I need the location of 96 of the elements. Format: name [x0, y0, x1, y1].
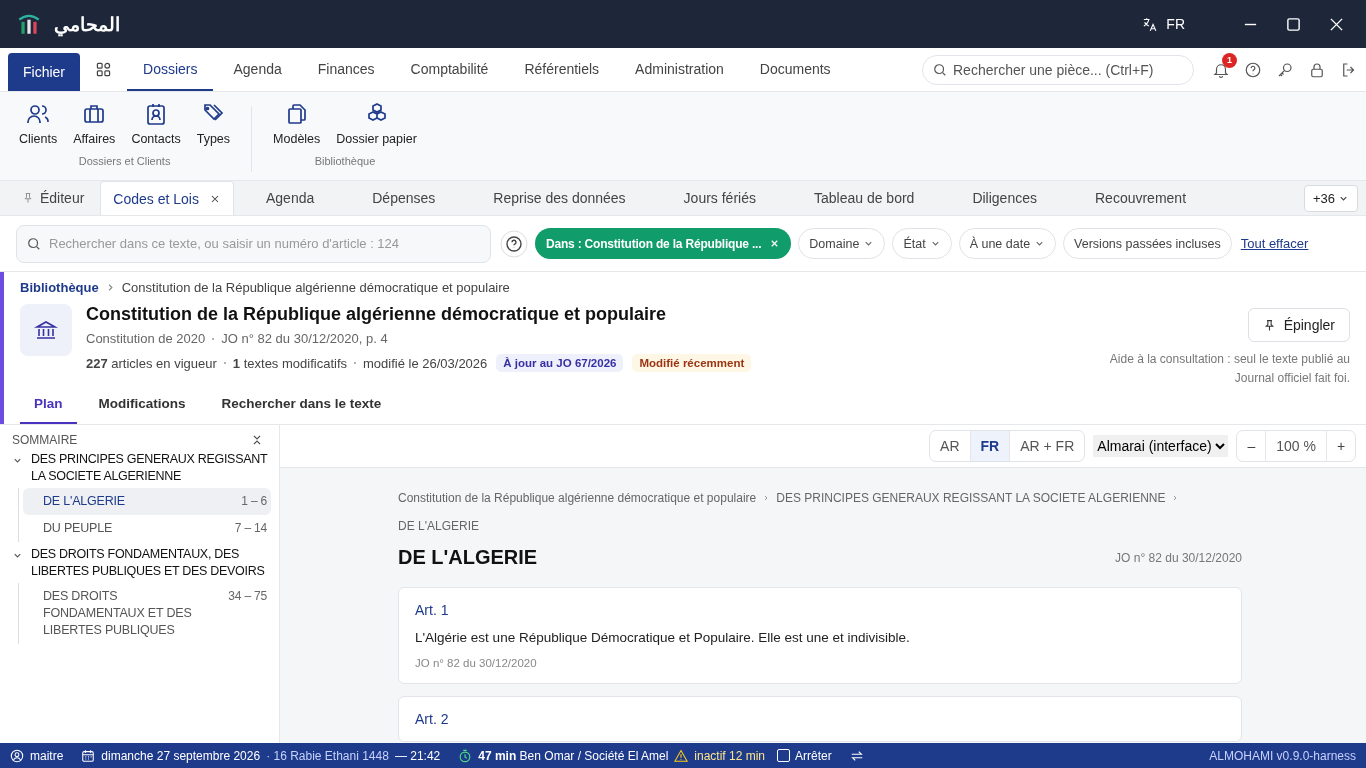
translate-icon[interactable] [1141, 15, 1159, 33]
summary-item[interactable]: DE L'ALGERIE 1 – 6 [23, 488, 271, 515]
status-date: dimanche 27 septembre 2026 [101, 748, 261, 763]
document-tab[interactable]: Recouvrement [1069, 181, 1213, 215]
breadcrumb-item[interactable]: Constitution de la République algérienne démocratique et populaire [398, 486, 757, 510]
ribbon-button[interactable]: Clients [12, 102, 65, 146]
help-icon[interactable] [500, 229, 528, 258]
article-number[interactable]: Art. 1 [415, 602, 1225, 618]
hijri-date: · 16 Rabie Ethani 1448 [266, 748, 389, 763]
timer-icon [458, 748, 473, 763]
document-stat: modifié le 26/03/2026 [363, 355, 488, 371]
pin-icon [22, 192, 34, 204]
user-icon [10, 748, 24, 763]
breadcrumb-item[interactable]: DES PRINCIPES GENERAUX REGISSANT LA SOCIETE ALGERIENNE [776, 486, 1166, 510]
summary-section[interactable]: DES PRINCIPES GENERAUX REGISSANT LA SOCIETE ALGERIENNE [31, 451, 271, 485]
apps-grid-icon[interactable] [96, 62, 111, 77]
version-text: ALMOHAMI v0.9.0-harness [1209, 748, 1356, 763]
calendar-icon [81, 748, 96, 763]
pin-icon [1262, 318, 1276, 332]
summary-section[interactable]: DES DROITS FONDAMENTAUX, DES LIBERTES PUBLIQUES ET DES DEVOIRS [31, 546, 271, 580]
menu-tab[interactable]: Finances [301, 48, 391, 91]
article-number[interactable]: Art. 2 [415, 711, 1225, 727]
more-tabs-button[interactable]: +36 [1303, 184, 1358, 212]
breadcrumb-link[interactable]: Bibliothèque [20, 280, 99, 295]
notification-badge: 1 [1222, 52, 1237, 68]
document-tab[interactable]: Tableau de bord [787, 181, 941, 215]
help-icon[interactable] [1244, 60, 1262, 79]
user-name: maitre [30, 748, 64, 763]
document-meta: Constitution de 2020 [86, 331, 206, 346]
view-tab[interactable]: Rechercher dans le texte [207, 384, 396, 424]
ribbon-button[interactable]: Dossier papier [329, 102, 424, 146]
app-name: المحامي [54, 12, 120, 36]
document-meta: JO n° 82 du 30/12/2020, p. 4 [221, 331, 388, 346]
ribbon-button[interactable]: Affaires [66, 102, 123, 146]
language-toggle[interactable]: AR + FR [1009, 431, 1085, 461]
article-source: JO n° 82 du 30/12/2020 [415, 657, 538, 669]
document-tab[interactable]: Agenda [239, 181, 341, 215]
timer-text: 47 min Ben Omar / Société El Amel [478, 748, 669, 763]
clear-filters-link[interactable]: Tout effacer [1240, 236, 1309, 251]
zoom-level: 100 % [1265, 431, 1327, 461]
document-title: Constitution de la République algérienne démocratique et populaire [86, 304, 668, 325]
status-time: — 21:42 [394, 748, 441, 763]
menu-tab[interactable]: Documents [743, 48, 847, 91]
zoom-in-button[interactable]: + [1327, 431, 1355, 461]
menu-tab[interactable]: Référentiels [508, 48, 616, 91]
menu-tab[interactable]: Administration [619, 48, 740, 91]
language-toggle[interactable]: FR [969, 431, 1010, 461]
close-icon[interactable] [1329, 16, 1344, 32]
menu-tab[interactable]: Agenda [217, 48, 298, 91]
active-filter-chip[interactable]: Dans : Constitution de la République ... [535, 228, 792, 259]
status-badge: Modifié récemment [632, 354, 752, 372]
ribbon-button[interactable]: Contacts [124, 102, 188, 146]
pin-button[interactable]: Épingler [1247, 308, 1350, 342]
stop-label[interactable]: Arrêter [795, 748, 832, 763]
key-icon[interactable] [1276, 60, 1294, 79]
collapse-icon[interactable] [251, 434, 263, 446]
article-text: L'Algérie est une République Démocratique et Populaire. Elle est une et indivisible. [415, 630, 911, 645]
briefcase-icon [82, 102, 107, 126]
warning-icon [674, 748, 689, 763]
status-badge: À jour au JO 67/2026 [496, 354, 624, 372]
ribbon-button[interactable]: Modèles [266, 102, 328, 146]
sync-icon[interactable] [849, 748, 864, 763]
document-tab[interactable]: Codes et Lois [100, 181, 234, 215]
document-tab[interactable]: Éditeur [12, 181, 95, 215]
ribbon-group-title: Bibliothèque [314, 155, 376, 167]
disclaimer-text: Aide à la consultation : seul le texte publié au Journal officiel fait foi. [1108, 351, 1350, 387]
journal-reference: JO n° 82 du 30/12/2020 [1115, 550, 1242, 565]
ribbon-group-title: Dossiers et Clients [78, 155, 171, 167]
text-search-field[interactable]: Rechercher dans ce texte, ou saisir un numéro d'article : 124 [16, 224, 491, 263]
menu-tab[interactable]: Comptabilité [394, 48, 505, 91]
institution-icon [20, 304, 72, 356]
summary-item[interactable]: DES DROITS FONDAMENTAUX ET DES LIBERTES PUBLIQUES 34 – 75 [23, 583, 271, 644]
file-menu-button[interactable]: Fichier [8, 53, 80, 91]
summary-heading: SOMMAIRE [12, 433, 78, 447]
document-tab[interactable]: Diligences [946, 181, 1063, 215]
language-toggle[interactable]: AR [930, 431, 970, 461]
ribbon-button[interactable]: Types [189, 102, 238, 146]
search-field[interactable]: Rechercher une pièce... (Ctrl+F) [922, 54, 1194, 85]
document-tab[interactable]: Dépenses [346, 181, 462, 215]
document-stat: 227 articles en vigueur [86, 355, 217, 371]
document-tab[interactable]: Jours fériés [657, 181, 782, 215]
language-selector[interactable]: FR [1166, 16, 1185, 32]
maximize-icon[interactable] [1286, 16, 1301, 32]
document-tab[interactable]: Reprise des données [467, 181, 652, 215]
view-tab[interactable]: Modifications [84, 384, 200, 424]
lock-icon[interactable] [1308, 60, 1326, 79]
breadcrumb-item[interactable]: DE L'ALGERIE [398, 514, 479, 538]
font-select[interactable]: Almarai (interface) [1093, 435, 1229, 457]
summary-item[interactable]: DU PEUPLE 7 – 14 [23, 515, 271, 542]
people-icon [26, 102, 51, 126]
zoom-out-button[interactable]: – [1237, 431, 1266, 461]
section-heading: DE L'ALGERIE [398, 546, 538, 569]
breadcrumb-current: Constitution de la République algérienne démocratique et populaire [121, 280, 510, 295]
inactivity-text: inactif 12 min [694, 748, 766, 763]
document-stat: 1 textes modificatifs [232, 355, 347, 371]
stop-checkbox[interactable] [777, 749, 791, 762]
